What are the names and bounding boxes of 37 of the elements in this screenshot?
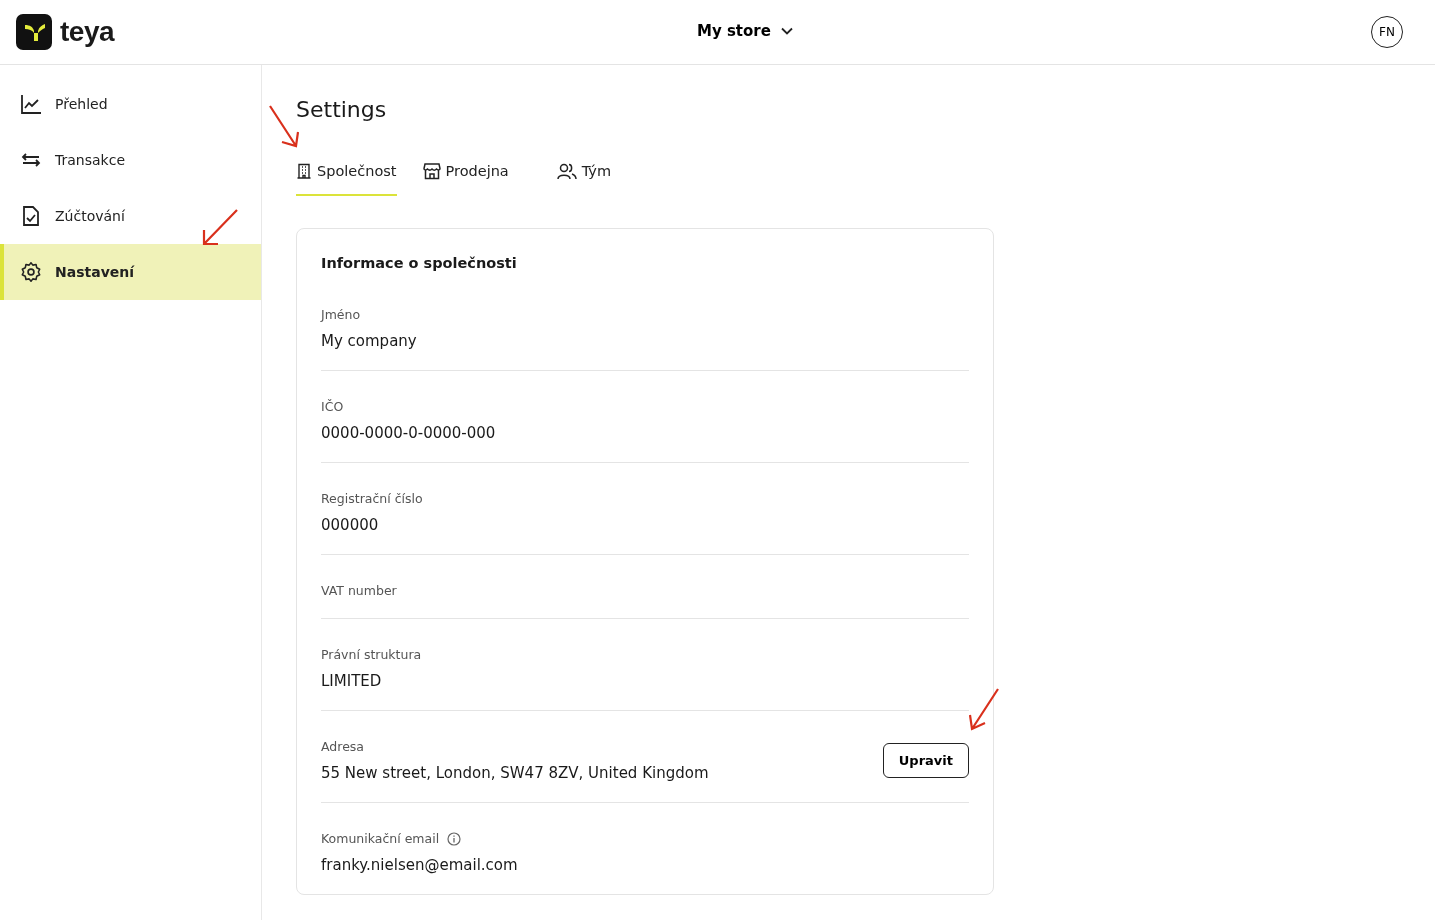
nav-item[interactable]: Zúčtování	[0, 188, 261, 244]
info-icon	[447, 831, 462, 846]
document-check-icon	[20, 205, 42, 227]
user-avatar[interactable]: FN	[1371, 16, 1403, 48]
annotation-arrow-icon	[966, 687, 1001, 733]
nav-item[interactable]: Transakce	[0, 132, 261, 188]
annotation-arrow-icon	[200, 208, 240, 248]
field-value: LIMITED	[321, 672, 383, 690]
logo-icon	[16, 14, 52, 50]
field-value: 55 New street, London, SW47 8ZV, United Kingdom	[321, 764, 710, 782]
field-value: My company	[321, 332, 418, 350]
line-chart-icon	[20, 93, 42, 115]
nav-item[interactable]: Přehled	[0, 76, 261, 132]
field-label: Adresa	[321, 739, 364, 754]
card-title: Informace o společnosti	[321, 255, 518, 271]
tab[interactable]: Společnost	[296, 162, 397, 196]
field-label: Komunikační email	[321, 831, 440, 846]
chevron-down-icon	[780, 27, 793, 35]
page-title: Settings	[296, 97, 388, 122]
tab[interactable]: Prodejna	[422, 162, 509, 196]
nav-item[interactable]: Nastavení	[0, 244, 261, 300]
field-label: Jméno	[321, 307, 361, 322]
tab[interactable]: Tým	[556, 162, 612, 196]
field-label: VAT number	[321, 583, 397, 598]
field-label: Registrační číslo	[321, 491, 423, 506]
edit-button[interactable]: Upravit	[882, 743, 969, 778]
brand-name: teya	[60, 16, 115, 48]
building-icon	[296, 163, 312, 179]
people-icon	[556, 162, 577, 180]
field-label: IČO	[321, 399, 344, 414]
field-value: franky.nielsen@email.com	[321, 856, 519, 874]
field-value: 0000-0000-0-0000-000	[321, 424, 497, 442]
storefront-icon	[422, 162, 441, 180]
field-value: 000000	[321, 516, 380, 534]
store-selector[interactable]: My store	[697, 20, 793, 42]
settings-icon	[20, 261, 42, 283]
field-label: Právní struktura	[321, 647, 422, 662]
